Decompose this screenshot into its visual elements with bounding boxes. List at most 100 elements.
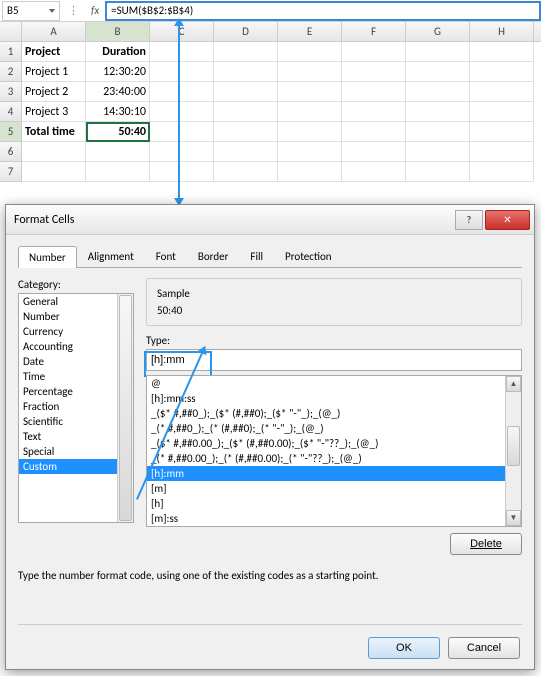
formula-input[interactable]: =SUM($B$2:$B$4) [105, 1, 541, 21]
format-item[interactable]: [h]:mm [147, 466, 505, 481]
format-item[interactable]: _(* #,##0.00_);_(* (#,##0.00);_(* "-"??_… [147, 451, 505, 466]
category-item[interactable]: General [19, 294, 133, 309]
col-header[interactable]: H [470, 22, 534, 41]
category-item[interactable]: Accounting [19, 339, 133, 354]
row-header[interactable]: 6 [0, 142, 22, 162]
row-header[interactable]: 4 [0, 102, 22, 122]
cell[interactable] [150, 162, 214, 182]
category-item[interactable]: Special [19, 444, 133, 459]
format-item[interactable]: _($* #,##0_);_($* (#,##0);_($* "-"_);_(@… [147, 406, 505, 421]
category-item[interactable]: Text [19, 429, 133, 444]
cell[interactable]: Duration [86, 42, 150, 62]
cell[interactable] [278, 162, 342, 182]
format-item[interactable]: @ [147, 376, 505, 391]
cell[interactable] [406, 42, 470, 62]
cell[interactable] [214, 62, 278, 82]
scrollbar[interactable] [117, 294, 133, 522]
cell[interactable] [342, 142, 406, 162]
cell[interactable] [342, 62, 406, 82]
row-header[interactable]: 7 [0, 162, 22, 182]
category-item[interactable]: Number [19, 309, 133, 324]
name-box[interactable]: B5 [2, 1, 60, 21]
cell[interactable] [150, 62, 214, 82]
col-header[interactable]: D [214, 22, 278, 41]
cell[interactable] [406, 62, 470, 82]
cell[interactable] [214, 102, 278, 122]
category-item[interactable]: Custom [19, 459, 133, 474]
col-header[interactable]: F [342, 22, 406, 41]
cell[interactable] [406, 122, 470, 142]
help-button[interactable]: ? [455, 210, 483, 230]
cell[interactable] [278, 102, 342, 122]
cell[interactable] [342, 162, 406, 182]
delete-button[interactable]: Delete [450, 533, 522, 555]
cell[interactable]: Total time [22, 122, 86, 142]
cell[interactable]: 23:40:00 [86, 82, 150, 102]
chevron-down-icon[interactable] [49, 9, 55, 13]
cell[interactable]: 12:30:20 [86, 62, 150, 82]
format-item[interactable]: [h] [147, 496, 505, 511]
cell[interactable] [278, 122, 342, 142]
cell[interactable] [150, 42, 214, 62]
category-item[interactable]: Scientific [19, 414, 133, 429]
cell[interactable] [278, 42, 342, 62]
category-item[interactable]: Time [19, 369, 133, 384]
format-item[interactable]: _(* #,##0_);_(* (#,##0);_(* "-"_);_(@_) [147, 421, 505, 436]
cell[interactable] [278, 62, 342, 82]
cell[interactable] [22, 142, 86, 162]
cell[interactable] [342, 102, 406, 122]
select-all-corner[interactable] [0, 22, 22, 41]
col-header[interactable]: E [278, 22, 342, 41]
scroll-up-button[interactable]: ▲ [506, 376, 521, 392]
category-list[interactable]: GeneralNumberCurrencyAccountingDateTimeP… [18, 293, 134, 523]
cell[interactable]: Project 1 [22, 62, 86, 82]
cell[interactable] [470, 122, 534, 142]
scrollbar[interactable]: ▲ ▼ [505, 376, 521, 526]
cell[interactable] [86, 162, 150, 182]
category-item[interactable]: Fraction [19, 399, 133, 414]
cell[interactable] [470, 102, 534, 122]
cell[interactable] [470, 62, 534, 82]
col-header[interactable]: G [406, 22, 470, 41]
format-list[interactable]: @[h]:mm:ss_($* #,##0_);_($* (#,##0);_($*… [146, 375, 522, 527]
cell[interactable] [470, 142, 534, 162]
col-header[interactable]: A [22, 22, 86, 41]
format-item[interactable]: [h]:mm:ss [147, 391, 505, 406]
cell[interactable] [214, 42, 278, 62]
tab-alignment[interactable]: Alignment [77, 245, 145, 267]
close-button[interactable]: ✕ [485, 210, 530, 230]
fx-icon[interactable]: fx [85, 4, 105, 17]
ok-button[interactable]: OK [368, 637, 440, 659]
cell[interactable]: Project 3 [22, 102, 86, 122]
tab-fill[interactable]: Fill [239, 245, 274, 267]
cell[interactable] [214, 162, 278, 182]
category-item[interactable]: Date [19, 354, 133, 369]
cell[interactable]: Project 2 [22, 82, 86, 102]
cell[interactable] [470, 162, 534, 182]
cell[interactable] [278, 142, 342, 162]
tab-font[interactable]: Font [145, 245, 187, 267]
cell[interactable] [86, 142, 150, 162]
cell[interactable] [214, 142, 278, 162]
cell[interactable] [406, 102, 470, 122]
format-item[interactable]: _($* #,##0.00_);_($* (#,##0.00);_($* "-"… [147, 436, 505, 451]
cell[interactable] [470, 82, 534, 102]
cell[interactable] [150, 122, 214, 142]
scroll-down-button[interactable]: ▼ [506, 510, 521, 526]
format-item[interactable]: [m]:ss [147, 511, 505, 526]
cell[interactable] [342, 122, 406, 142]
format-item[interactable]: [m] [147, 481, 505, 496]
cell[interactable] [342, 82, 406, 102]
scrollbar-thumb[interactable] [119, 295, 132, 521]
cell[interactable] [278, 82, 342, 102]
format-item[interactable]: [s] [147, 526, 505, 527]
cell[interactable] [150, 142, 214, 162]
cell[interactable]: 14:30:10 [86, 102, 150, 122]
row-header[interactable]: 5 [0, 122, 22, 142]
cell[interactable] [150, 102, 214, 122]
category-item[interactable]: Percentage [19, 384, 133, 399]
tab-number[interactable]: Number [18, 246, 77, 268]
tab-border[interactable]: Border [187, 245, 240, 267]
cell[interactable] [214, 122, 278, 142]
cell[interactable] [406, 162, 470, 182]
